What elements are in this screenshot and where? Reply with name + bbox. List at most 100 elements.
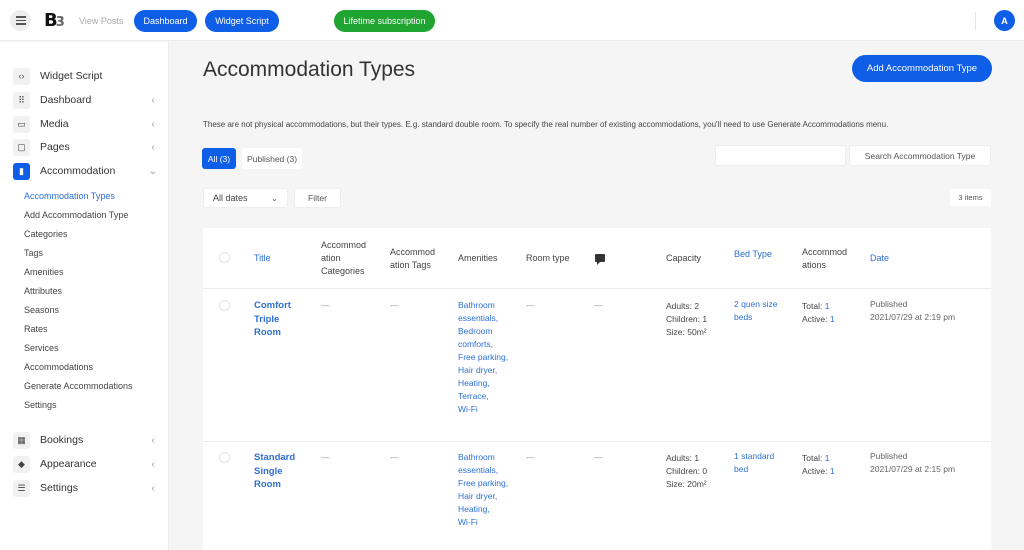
row-date: Published 2021/07/29 at 2:15 pm (870, 450, 955, 476)
sidebar-item-appearance[interactable]: ◆ Appearance ‹ (13, 455, 158, 473)
menu-toggle-button[interactable] (10, 10, 31, 31)
sidebar-item-label: Dashboard (40, 94, 92, 106)
chevron-left-icon: ‹ (151, 434, 155, 446)
sidebar-item-label: Bookings (40, 434, 84, 446)
sliders-icon: ☰ (13, 479, 30, 497)
row-amenities: Bathroom essentials, Bedroom comforts, F… (458, 299, 518, 416)
amenity-link[interactable]: Heating, (458, 377, 518, 390)
amenity-link[interactable]: Wi-Fi (458, 516, 518, 529)
avatar[interactable]: A (994, 10, 1015, 31)
submenu-categories[interactable]: Categories (24, 229, 68, 239)
row-date-value: 2021/07/29 at 2:15 pm (870, 464, 956, 474)
top-bar: B3 View Posts Dashboard Widget Script Li… (0, 0, 1024, 41)
table-row: Standard Single Room — — Bathroom essent… (203, 442, 991, 550)
sidebar-item-label: Settings (40, 482, 78, 494)
row-title-link[interactable]: Comfort Triple Room (254, 299, 304, 340)
active-label: Active: (802, 314, 828, 324)
divider (975, 12, 976, 30)
amenity-link[interactable]: Hair dryer, (458, 490, 518, 503)
total-link[interactable]: 1 (825, 453, 830, 463)
submenu-rates[interactable]: Rates (24, 324, 48, 334)
chevron-left-icon: ‹ (151, 118, 155, 130)
amenity-link[interactable]: Bedroom comforts, (458, 325, 518, 351)
amenity-link[interactable]: Heating, (458, 503, 518, 516)
row-bed-type-link[interactable]: 1 standard bed (734, 450, 789, 476)
page-title: Accommodation Types (203, 58, 416, 81)
sidebar-item-widget-script[interactable]: ‹› Widget Script (13, 67, 158, 85)
search-input[interactable] (715, 145, 846, 166)
amenity-link[interactable]: Bathroom essentials, (458, 299, 518, 325)
column-title[interactable]: Title (254, 252, 271, 265)
total-link[interactable]: 1 (825, 301, 830, 311)
amenity-link[interactable]: Bathroom essentials, (458, 451, 518, 477)
active-link[interactable]: 1 (830, 466, 835, 476)
chevron-left-icon: ‹ (151, 94, 155, 106)
dates-select[interactable]: All dates ⌄ (203, 188, 288, 208)
amenity-link[interactable]: Free parking, (458, 477, 518, 490)
row-title-link[interactable]: Standard Single Room (254, 451, 304, 492)
sidebar-item-label: Widget Script (40, 70, 103, 82)
filter-button[interactable]: Filter (294, 188, 341, 208)
active-link[interactable]: 1 (830, 314, 835, 324)
submenu-add-accommodation-type[interactable]: Add Accommodation Type (24, 210, 128, 220)
image-icon: ▭ (13, 115, 30, 133)
calendar-icon: ▦ (13, 431, 30, 449)
row-categories: — (321, 452, 330, 462)
dashboard-button[interactable]: Dashboard (134, 10, 197, 32)
row-checkbox[interactable] (219, 300, 230, 311)
sidebar-item-pages[interactable]: ▢ Pages ‹ (13, 138, 158, 156)
row-room-type: — (526, 452, 535, 462)
filter-all-tab[interactable]: All (3) (202, 148, 236, 169)
row-categories: — (321, 300, 330, 310)
view-posts-link[interactable]: View Posts (79, 16, 123, 26)
amenity-link[interactable]: Terrace, (458, 390, 518, 403)
submenu-amenities[interactable]: Amenities (24, 267, 64, 277)
submenu-services[interactable]: Services (24, 343, 59, 353)
submenu-tags[interactable]: Tags (24, 248, 43, 258)
items-count: 3 items (950, 189, 991, 206)
amenity-link[interactable]: Hair dryer, (458, 364, 518, 377)
sidebar-item-settings[interactable]: ☰ Settings ‹ (13, 479, 158, 497)
row-checkbox[interactable] (219, 452, 230, 463)
row-accommodations: Total: 1 Active: 1 (802, 452, 835, 478)
row-accommodations: Total: 1 Active: 1 (802, 300, 835, 326)
submenu-attributes[interactable]: Attributes (24, 286, 62, 296)
filter-published-tab[interactable]: Published (3) (242, 148, 302, 169)
chevron-down-icon: ⌄ (271, 193, 278, 203)
submenu-seasons[interactable]: Seasons (24, 305, 59, 315)
table-row: Comfort Triple Room — — Bathroom essenti… (203, 290, 991, 442)
lifetime-subscription-button[interactable]: Lifetime subscription (334, 10, 435, 32)
column-bed-type[interactable]: Bed Type (734, 248, 772, 261)
column-tags: Accommod ation Tags (390, 247, 436, 270)
amenity-link[interactable]: Free parking, (458, 351, 518, 364)
submenu-settings[interactable]: Settings (24, 400, 57, 410)
paint-bucket-icon: ◆ (13, 455, 30, 473)
submenu-generate-accommodations[interactable]: Generate Accommodations (24, 381, 133, 391)
widget-script-button[interactable]: Widget Script (205, 10, 279, 32)
submenu-accommodation-types[interactable]: Accommodation Types (24, 191, 115, 201)
capacity-adults: Adults: 2 (666, 301, 700, 311)
amenity-link[interactable]: Wi-Fi (458, 403, 518, 416)
row-capacity: Adults: 2 Children: 1 Size: 50m² (666, 300, 707, 339)
capacity-size: Size: 20m² (666, 479, 707, 489)
sidebar-item-bookings[interactable]: ▦ Bookings ‹ (13, 431, 158, 449)
building-icon: ▮ (13, 162, 30, 180)
search-button[interactable]: Search Accommodation Type (849, 145, 991, 166)
sidebar-item-dashboard[interactable]: ⠿ Dashboard ‹ (13, 91, 158, 109)
row-tags: — (390, 452, 399, 462)
hamburger-icon-line (15, 19, 26, 22)
sidebar-item-media[interactable]: ▭ Media ‹ (13, 115, 158, 133)
active-label: Active: (802, 466, 828, 476)
select-all-checkbox[interactable] (219, 252, 230, 263)
add-accommodation-type-button[interactable]: Add Accommodation Type (852, 55, 992, 82)
row-comments: — (594, 452, 603, 462)
capacity-children: Children: 0 (666, 466, 708, 476)
submenu-accommodations[interactable]: Accommodations (24, 362, 93, 372)
sidebar-item-accommodation[interactable]: ▮ Accommodation ⌄ (13, 162, 158, 180)
capacity-children: Children: 1 (666, 314, 708, 324)
chevron-left-icon: ‹ (151, 141, 155, 153)
row-bed-type-link[interactable]: 2 quen size beds (734, 298, 789, 324)
row-comments: — (594, 300, 603, 310)
column-date[interactable]: Date (870, 252, 889, 265)
logo[interactable]: B3 (44, 10, 65, 31)
